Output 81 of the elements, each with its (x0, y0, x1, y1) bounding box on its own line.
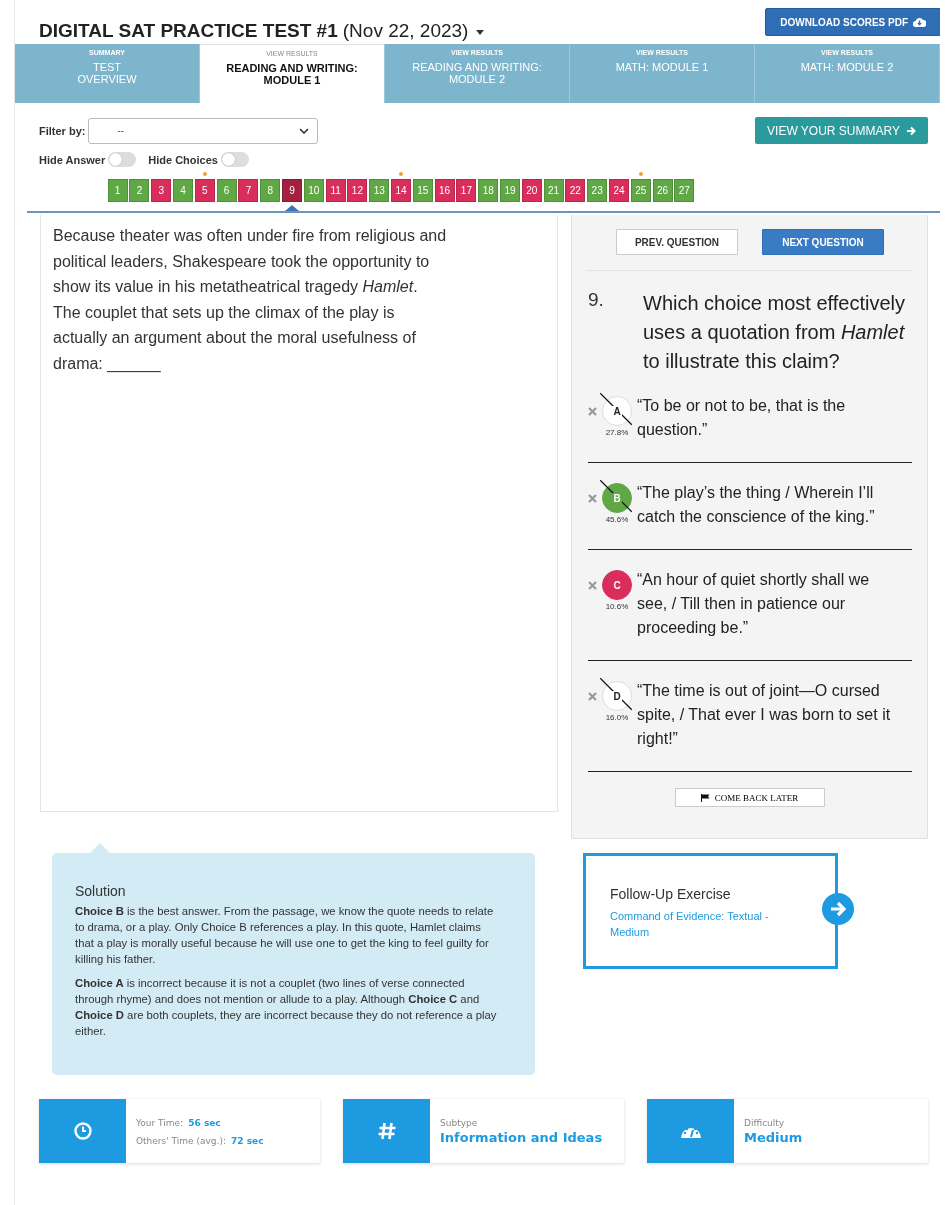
stat-value: 72 sec (231, 1136, 264, 1146)
question-number[interactable]: 5 (194, 179, 215, 202)
choice-bubble[interactable]: C (602, 570, 632, 600)
pointer-icon (285, 205, 299, 211)
filter-label: Filter by: (39, 124, 86, 137)
stat-label: Subtype (440, 1117, 479, 1128)
stat-label: Your Time: (136, 1118, 184, 1128)
question-number[interactable]: 14 (391, 179, 411, 202)
clock-icon (73, 1122, 92, 1140)
close-icon[interactable] (588, 581, 597, 590)
choice-percent: 16.0% (605, 713, 629, 722)
question-number[interactable]: 3 (151, 179, 172, 202)
choice-text: “The time is out of joint—O cursed spite, / That ever I was born to set it right!” (637, 681, 892, 749)
question-number-label: 9. (587, 289, 605, 312)
question-number[interactable]: 4 (173, 179, 194, 202)
arrow-right-icon[interactable] (822, 893, 854, 925)
question-prompt: Which choice most effectively uses a quotation from Hamlet to illustrate this claim? (643, 291, 906, 374)
view-summary-button[interactable]: VIEW YOUR SUMMARY (755, 117, 928, 144)
question-number[interactable]: 7 (238, 179, 259, 202)
question-number[interactable]: 16 (434, 179, 455, 202)
next-question-button[interactable]: NEXT QUESTION (762, 229, 884, 255)
question-number[interactable]: 1 (107, 179, 128, 202)
follow-up-title: Follow-Up Exercise (610, 886, 732, 902)
close-icon[interactable] (588, 407, 597, 416)
question-number[interactable]: 15 (412, 179, 433, 202)
question-number[interactable]: 21 (543, 179, 564, 202)
choice-percent: 27.8% (605, 428, 629, 437)
question-number[interactable]: 11 (325, 179, 346, 202)
page-title: DIGITAL SAT PRACTICE TEST #1 (Nov 22, 2023) (39, 20, 469, 42)
cloud-download-icon (913, 17, 926, 27)
choice-bubble[interactable]: A (602, 396, 632, 426)
stat-label: Difficulty (744, 1117, 786, 1128)
choice-text: “An hour of quiet shortly shall we see, / Till then in patience our proceeding be.” (637, 570, 871, 638)
question-number[interactable]: 22 (565, 179, 586, 202)
question-number[interactable]: 24 (608, 179, 629, 202)
filter-dropdown[interactable]: -- (88, 117, 319, 144)
solution-paragraph: Choice B is the best answer. From the passage, we know the quote needs to relate to drama, or a play. Only Choice B references a play. In this quote, Hamlet claims that a play is morally useful because he will use one to get the king to feel guilty for killing his father. (75, 904, 495, 967)
arrow-right-icon (906, 125, 916, 136)
chevron-down-icon (299, 127, 310, 134)
toggle-switch[interactable] (220, 152, 249, 167)
toggle-label: Hide Choices (148, 153, 218, 166)
stat-label: Others' Time (avg.): (136, 1136, 226, 1146)
choice-bubble[interactable]: B (602, 483, 632, 513)
question-number[interactable]: 23 (587, 179, 608, 202)
question-number[interactable]: 2 (129, 179, 150, 202)
toggle-label: Hide Answer (39, 153, 106, 166)
choice-percent: 10.6% (605, 602, 629, 611)
choice-text: “To be or not to be, that is the question.” (637, 396, 847, 440)
stat-value: 56 sec (188, 1118, 221, 1128)
close-icon[interactable] (588, 692, 597, 701)
question-number[interactable]: 10 (303, 179, 324, 202)
question-number[interactable]: 20 (521, 179, 542, 202)
solution-title: Solution (75, 883, 127, 899)
hash-icon (376, 1121, 397, 1141)
caret-icon[interactable] (476, 30, 485, 35)
choice-text: “The play’s the thing / Wherein I’ll catch the conscience of the king.” (637, 483, 876, 527)
stat-value: Medium (744, 1129, 803, 1145)
flag-icon (700, 793, 710, 802)
choice-percent: 45.6% (605, 515, 629, 524)
passage-text: Because theater was often under fire from religious and political leaders, Shakespeare took the opportunity to show its value in his metatheatrical tragedy Hamlet. The couplet that sets up the climax of the play is actually an argument about the moral usefulness of drama: ______ (53, 226, 448, 375)
question-number[interactable]: 27 (674, 179, 695, 202)
question-number[interactable]: 13 (369, 179, 390, 202)
question-number[interactable]: 18 (478, 179, 499, 202)
come-back-later-button[interactable]: COME BACK LATER (674, 788, 825, 807)
prev-question-button[interactable]: PREV. QUESTION (616, 229, 738, 255)
question-number[interactable]: 26 (652, 179, 673, 202)
download-button[interactable]: DOWNLOAD SCORES PDF (765, 8, 940, 36)
question-number[interactable]: 17 (456, 179, 477, 202)
toggle-switch[interactable] (108, 152, 137, 167)
stat-value: Information and Ideas (440, 1129, 603, 1145)
question-number[interactable]: 9 (282, 179, 302, 202)
follow-up-card[interactable]: Follow-Up Exercise Command of Evidence: Textual - Medium (583, 853, 838, 969)
question-number[interactable]: 6 (216, 179, 237, 202)
solution-paragraph: Choice A is incorrect because it is not a couplet (two lines of verse connected through rhyme) and does not mention or allude to a play. Although Choice C and Choice D are both couplets, they are incorrect because they do not reference a play either. (75, 976, 498, 1039)
question-number[interactable]: 19 (500, 179, 520, 202)
question-number[interactable]: 25 (630, 179, 651, 202)
question-number[interactable]: 8 (260, 179, 281, 202)
close-icon[interactable] (588, 494, 597, 503)
follow-up-link[interactable]: Command of Evidence: Textual - Medium (610, 908, 790, 940)
question-number[interactable]: 12 (347, 179, 368, 202)
choice-bubble[interactable]: D (602, 681, 632, 711)
